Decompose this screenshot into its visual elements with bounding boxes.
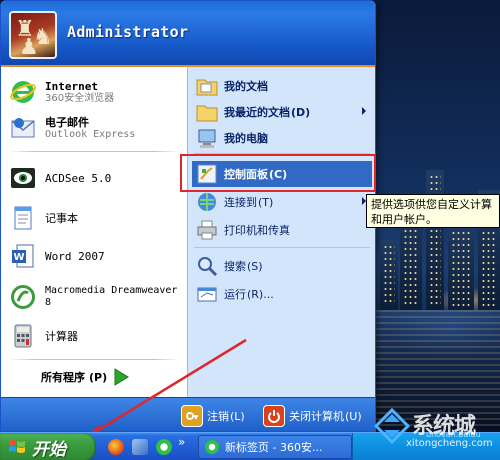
- search-icon: [196, 255, 218, 277]
- windows-logo-icon: [8, 438, 26, 456]
- acdsee-icon: [7, 162, 39, 194]
- my-documents-icon: [196, 75, 218, 97]
- ie-icon: [7, 76, 39, 108]
- place-printers-faxes[interactable]: 打印机和传真: [196, 217, 372, 243]
- recent-notepad[interactable]: 记事本: [7, 201, 183, 235]
- place-connect-to[interactable]: 连接到 (T): [196, 189, 372, 215]
- pinned-email-title: 电子邮件: [45, 115, 89, 129]
- submenu-arrow-icon: [362, 107, 366, 115]
- place-my-computer-label: 我的电脑: [224, 131, 268, 145]
- svg-text:W: W: [13, 252, 24, 263]
- connect-to-icon: [196, 191, 218, 213]
- recent-dreamweaver-label: Macromedia Dreamweaver 8: [45, 285, 178, 308]
- place-my-documents-label: 我的文档: [224, 79, 268, 93]
- notepad-icon: [7, 202, 39, 234]
- firefox-icon[interactable]: [108, 439, 124, 455]
- start-label: 开始: [32, 439, 66, 460]
- dreamweaver-icon: [7, 281, 39, 313]
- place-control-panel-label: 控制面板: [224, 167, 268, 181]
- my-computer-icon: [196, 127, 218, 149]
- pinned-internet[interactable]: Internet 360安全浏览器: [7, 75, 183, 109]
- place-run[interactable]: 运行 (R)...: [196, 281, 372, 307]
- place-search-label: 搜索: [224, 259, 246, 273]
- user-name: Administrator: [67, 23, 189, 41]
- browser-tab-icon: [205, 440, 219, 454]
- place-run-key: (R)...: [247, 287, 274, 301]
- power-icon: [263, 405, 285, 427]
- switch-windows-icon[interactable]: [132, 439, 148, 455]
- control-panel-tooltip: 提供选项供您自定义计算 和用户帐户。: [366, 194, 500, 228]
- separator: [194, 247, 370, 248]
- taskbar: 开始 » 新标签页 - 360安...: [0, 432, 500, 460]
- quicklaunch-more-icon[interactable]: »: [178, 435, 185, 449]
- place-search[interactable]: 搜索 (S): [196, 253, 372, 279]
- tooltip-line-1: 提供选项供您自定义计算: [371, 198, 492, 211]
- run-icon: [196, 283, 218, 305]
- recent-acdsee-label: ACDSee 5.0: [45, 171, 112, 185]
- tooltip-line-2: 和用户帐户。: [371, 213, 437, 226]
- place-recent-documents-label: 我最近的文档: [224, 105, 290, 119]
- ie-quicklaunch-icon[interactable]: [156, 439, 172, 455]
- place-recent-documents-key: (D): [291, 105, 311, 119]
- shutdown-key: (U): [345, 409, 362, 423]
- pinned-internet-title: Internet: [45, 79, 98, 93]
- start-button[interactable]: 开始: [0, 433, 96, 460]
- taskbar-button-label: 新标签页 - 360安...: [225, 441, 323, 454]
- place-control-panel-key: (C): [269, 167, 288, 181]
- user-avatar[interactable]: ♜ ♞ ♟: [9, 11, 57, 59]
- system-tray: [352, 433, 500, 460]
- place-my-documents[interactable]: 我的文档: [196, 73, 372, 99]
- pinned-email[interactable]: 电子邮件 Outlook Express: [7, 111, 183, 145]
- taskbar-button-browser[interactable]: 新标签页 - 360安...: [198, 435, 352, 459]
- place-my-computer[interactable]: 我的电脑: [196, 125, 372, 151]
- recent-word-label: Word 2007: [45, 249, 105, 263]
- shutdown-button[interactable]: 关闭计算机 (U): [263, 403, 362, 429]
- outlook-icon: [7, 112, 39, 144]
- place-connect-to-key: (T): [258, 195, 274, 209]
- recent-dreamweaver[interactable]: Macromedia Dreamweaver 8: [7, 279, 183, 315]
- place-run-label: 运行: [224, 287, 246, 301]
- word-icon: W: [7, 240, 39, 272]
- recent-acdsee[interactable]: ACDSee 5.0: [7, 161, 183, 195]
- place-printers-faxes-label: 打印机和传真: [224, 223, 290, 237]
- control-panel-icon: [196, 163, 218, 185]
- shutdown-label: 关闭计算机: [289, 409, 344, 423]
- recent-docs-icon: [196, 101, 218, 123]
- pinned-email-subtitle: Outlook Express: [45, 128, 136, 140]
- printer-icon: [196, 219, 218, 241]
- separator: [194, 153, 370, 154]
- place-connect-to-label: 连接到: [224, 195, 257, 209]
- place-search-key: (S): [247, 259, 263, 273]
- start-menu-header: ♜ ♞ ♟ Administrator: [1, 1, 375, 67]
- pinned-internet-subtitle: 360安全浏览器: [45, 92, 115, 104]
- recent-word[interactable]: W Word 2007: [7, 239, 183, 273]
- separator: [9, 151, 179, 152]
- place-recent-documents[interactable]: 我最近的文档 (D): [196, 99, 372, 125]
- place-control-panel[interactable]: 控制面板 (C): [192, 161, 372, 187]
- recent-notepad-label: 记事本: [45, 211, 78, 225]
